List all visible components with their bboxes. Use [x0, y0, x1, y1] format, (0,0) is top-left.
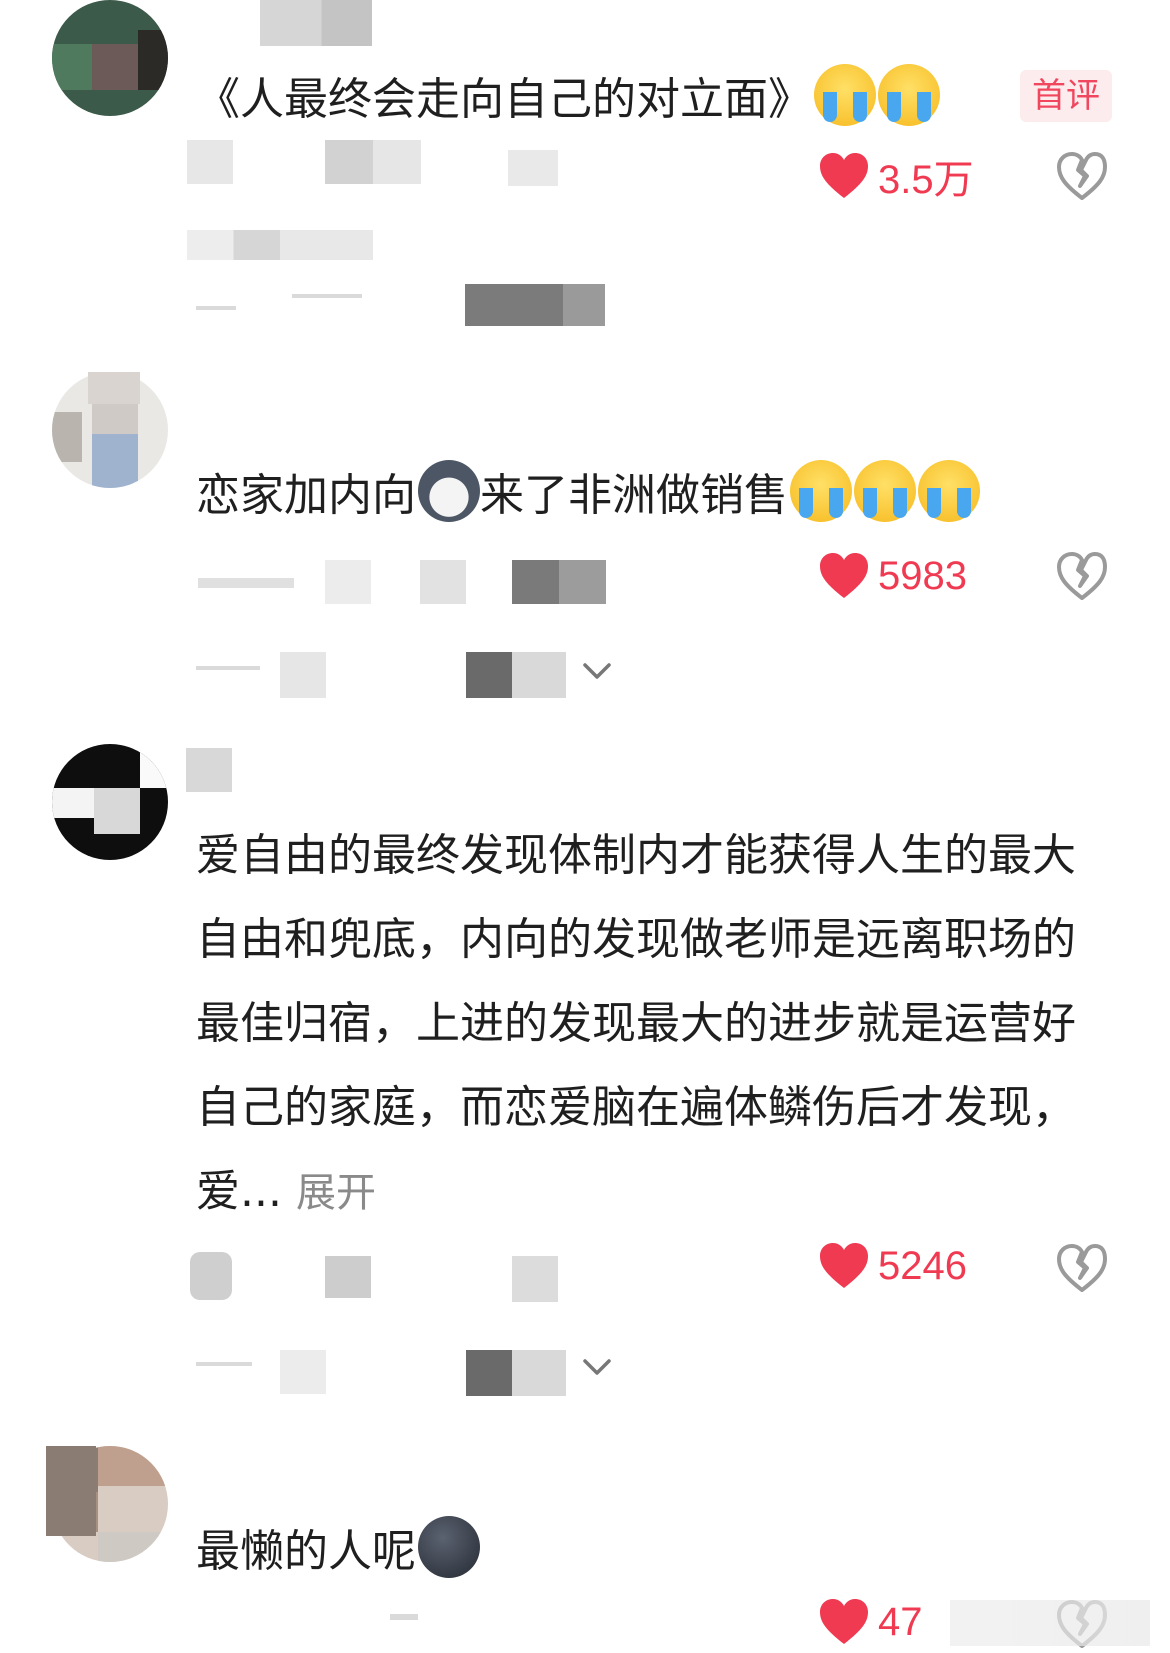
chevron-down-icon[interactable]	[582, 1358, 612, 1378]
blurred-reply-preview	[196, 306, 236, 310]
comment-body: 爱自由的最终发现体制内才能获得人生的最大自由和兜底，内向的发现做老师是远离职场的…	[196, 830, 1076, 1217]
first-comment-badge: 首评	[1020, 70, 1112, 122]
heart-icon	[820, 1243, 868, 1288]
like-count: 5246	[878, 1243, 967, 1288]
like-count: 3.5万	[878, 158, 974, 202]
dislike-icon[interactable]	[1055, 148, 1109, 202]
like-button[interactable]: 5983	[818, 546, 967, 606]
comment-text: 爱自由的最终发现体制内才能获得人生的最大自由和兜底，内向的发现做老师是远离职场的…	[196, 814, 1076, 1235]
blurred-expand-replies[interactable]	[466, 652, 566, 698]
blurred-reply-preview	[187, 230, 373, 260]
like-count: 5983	[878, 553, 967, 598]
blurred-reply-preview	[196, 666, 260, 670]
avatar[interactable]	[52, 744, 168, 860]
comment-text: 恋家加内向 来了非洲做销售	[196, 454, 980, 538]
husky-emoji	[418, 460, 480, 522]
blurred-username	[186, 748, 232, 792]
comment-body-continued: 来了非洲做销售	[480, 470, 788, 521]
watermark	[950, 1600, 1150, 1646]
blurred-avatar-edge	[46, 1446, 96, 1536]
tearful-face-emoji	[790, 460, 852, 522]
like-button[interactable]: 47	[818, 1592, 923, 1652]
tearful-face-emoji	[918, 460, 980, 522]
blurred-meta	[187, 140, 233, 184]
blurred-reply-preview	[292, 294, 362, 298]
comment-text: 《人最终会走向自己的对立面》	[196, 58, 940, 142]
heart-icon	[820, 1599, 868, 1644]
like-count: 47	[878, 1599, 923, 1644]
expand-link[interactable]: 展开	[296, 1170, 376, 1216]
blurred-reply-preview	[280, 652, 326, 698]
blurred-meta	[512, 1256, 558, 1302]
blurred-meta	[390, 1614, 418, 1620]
dislike-icon[interactable]	[1055, 548, 1109, 602]
blurred-reply-preview	[196, 1362, 252, 1366]
crying-face-emoji	[814, 64, 876, 126]
heart-icon	[820, 553, 868, 598]
dislike-icon[interactable]	[1055, 1240, 1109, 1294]
comment-text: 最懒的人呢	[196, 1510, 480, 1594]
comment-body: 《人最终会走向自己的对立面》	[196, 74, 812, 125]
like-button[interactable]: 5246	[818, 1236, 967, 1296]
blurred-meta	[508, 150, 558, 186]
heart-icon	[820, 153, 868, 198]
like-button[interactable]: 3.5万	[818, 146, 974, 206]
avatar[interactable]	[52, 0, 168, 116]
blurred-meta	[325, 1256, 371, 1298]
blurred-reply-preview	[280, 1350, 326, 1394]
seal-emoji	[418, 1516, 480, 1578]
blurred-meta	[190, 1252, 232, 1300]
tearful-face-emoji	[854, 460, 916, 522]
blurred-meta	[512, 560, 606, 604]
blurred-expand-replies[interactable]	[466, 1350, 566, 1396]
blurred-meta	[325, 140, 421, 184]
blurred-expand-replies[interactable]	[465, 284, 605, 326]
blurred-meta	[198, 578, 294, 588]
comment-body: 恋家加内向	[196, 470, 416, 521]
comment-body: 最懒的人呢	[196, 1526, 416, 1577]
blurred-username	[260, 0, 372, 46]
blurred-meta	[420, 560, 466, 604]
chevron-down-icon[interactable]	[582, 662, 612, 682]
blurred-meta	[325, 560, 371, 604]
blurred-avatar-edge	[88, 372, 140, 404]
crying-face-emoji	[878, 64, 940, 126]
